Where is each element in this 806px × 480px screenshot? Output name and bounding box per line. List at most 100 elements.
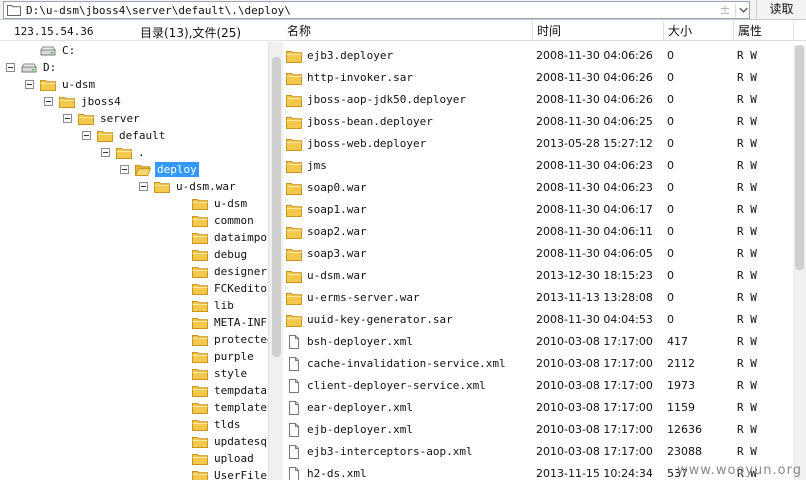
file-list-scrollbar-thumb[interactable] bbox=[795, 45, 804, 270]
tree-node-label: default bbox=[119, 129, 166, 142]
tree-node[interactable]: u-dsm.war bbox=[139, 178, 238, 195]
collapse-icon[interactable] bbox=[63, 114, 72, 123]
tree-node[interactable]: META-INF bbox=[177, 314, 268, 331]
folder-icon bbox=[286, 271, 302, 283]
collapse-icon[interactable] bbox=[139, 182, 148, 191]
file-time: 2010-03-08 17:17:00 bbox=[536, 379, 653, 392]
tree-node[interactable]: debug bbox=[177, 246, 249, 263]
tree-node[interactable]: u-dsm bbox=[25, 76, 97, 93]
tree-node-label: dataimportter bbox=[214, 231, 268, 244]
table-row[interactable]: ear-deployer.xml 2010-03-08 17:17:00 1159 R… bbox=[283, 397, 793, 419]
file-size: 2112 bbox=[667, 357, 695, 370]
tree-node[interactable]: upload bbox=[177, 450, 256, 467]
file-name: jboss-bean.deployer bbox=[307, 115, 433, 128]
collapse-icon[interactable] bbox=[101, 148, 110, 157]
file-size: 1973 bbox=[667, 379, 695, 392]
tree-node-label: upload bbox=[214, 452, 254, 465]
folder-icon bbox=[192, 403, 208, 414]
file-name: ejb3.deployer bbox=[307, 49, 394, 62]
tree-node[interactable]: jboss4 bbox=[44, 93, 123, 110]
table-row[interactable]: uuid-key-generator.sar 2008-11-30 04:04:5… bbox=[283, 309, 793, 331]
path-input[interactable]: D:\u-dsm\jboss4\server\default\.\deploy\… bbox=[3, 1, 750, 19]
table-row[interactable]: u-dsm.war 2013-12-30 18:15:23 0 R W bbox=[283, 265, 793, 287]
file-size: 0 bbox=[667, 313, 674, 326]
read-button[interactable]: 读取 bbox=[756, 0, 806, 19]
table-row[interactable]: soap1.war 2008-11-30 04:06:17 0 R W bbox=[283, 199, 793, 221]
tree-node-label: u-dsm bbox=[62, 78, 96, 91]
folder-icon bbox=[192, 318, 208, 329]
file-name: h2-ds.xml bbox=[307, 467, 367, 480]
drive-icon bbox=[21, 63, 37, 73]
table-row[interactable]: u-erms-server.war 2013-11-13 13:28:08 0 R W bbox=[283, 287, 793, 309]
tree-node-label: templates bbox=[214, 401, 268, 414]
tree-node[interactable]: D: bbox=[6, 59, 58, 76]
tree-node-label: designer bbox=[214, 265, 267, 278]
tree-node[interactable]: . bbox=[101, 144, 147, 161]
tree-node[interactable]: updatesql bbox=[177, 433, 268, 450]
table-row[interactable]: ejb3.deployer 2008-11-30 04:06:26 0 R W bbox=[283, 45, 793, 67]
collapse-icon[interactable] bbox=[6, 63, 15, 72]
table-row[interactable]: ejb-deployer.xml 2010-03-08 17:17:00 12636… bbox=[283, 419, 793, 441]
table-row[interactable]: jboss-bean.deployer 2008-11-30 04:06:25 0 R… bbox=[283, 111, 793, 133]
tree-node-label: common bbox=[214, 214, 254, 227]
file-size: 0 bbox=[667, 291, 674, 304]
tree-node[interactable]: server bbox=[63, 110, 142, 127]
tree-node[interactable]: deploy bbox=[120, 161, 199, 178]
file-size: 0 bbox=[667, 93, 674, 106]
tree-node[interactable]: tlds bbox=[177, 416, 243, 433]
table-row[interactable]: jboss-aop-jdk50.deployer 2008-11-30 04:06… bbox=[283, 89, 793, 111]
collapse-icon[interactable] bbox=[44, 97, 53, 106]
tree-scrollbar[interactable] bbox=[268, 42, 283, 480]
table-row[interactable]: jboss-web.deployer 2013-05-28 15:27:12 0 R … bbox=[283, 133, 793, 155]
folder-icon bbox=[78, 114, 94, 125]
tree-node-label: META-INF bbox=[214, 316, 267, 329]
tree-node[interactable]: templates bbox=[177, 399, 268, 416]
table-row[interactable]: http-invoker.sar 2008-11-30 04:06:26 0 R W bbox=[283, 67, 793, 89]
tree-node[interactable]: common bbox=[177, 212, 256, 229]
path-text: D:\u-dsm\jboss4\server\default\.\deploy\ bbox=[26, 4, 291, 17]
table-row[interactable]: soap2.war 2008-11-30 04:06:11 0 R W bbox=[283, 221, 793, 243]
column-attr[interactable]: 属性 bbox=[734, 21, 794, 41]
tree-node[interactable]: C: bbox=[25, 42, 77, 59]
tree-node[interactable]: style bbox=[177, 365, 249, 382]
file-time: 2008-11-30 04:06:26 bbox=[536, 93, 653, 106]
file-name: client-deployer-service.xml bbox=[307, 379, 486, 392]
file-list-scrollbar[interactable] bbox=[793, 45, 806, 480]
table-row[interactable]: bsh-deployer.xml 2010-03-08 17:17:00 417 R … bbox=[283, 331, 793, 353]
column-name[interactable]: 名称 bbox=[283, 21, 533, 41]
file-icon bbox=[289, 357, 299, 371]
file-attr: R W bbox=[737, 49, 757, 62]
tree-node[interactable]: UserFiles bbox=[177, 467, 268, 480]
folder-icon bbox=[286, 95, 302, 107]
table-row[interactable]: soap0.war 2008-11-30 04:06:23 0 R W bbox=[283, 177, 793, 199]
chevron-down-icon[interactable] bbox=[735, 3, 751, 17]
tree-node-label: . bbox=[138, 146, 145, 159]
file-size: 0 bbox=[667, 225, 674, 238]
folder-icon bbox=[286, 73, 302, 85]
table-row[interactable]: soap3.war 2008-11-30 04:06:05 0 R W bbox=[283, 243, 793, 265]
tree-node[interactable]: FCKeditor bbox=[177, 280, 268, 297]
collapse-icon[interactable] bbox=[25, 80, 34, 89]
collapse-icon[interactable] bbox=[82, 131, 91, 140]
tree-node[interactable]: lib bbox=[177, 297, 236, 314]
column-time[interactable]: 时间 bbox=[533, 21, 664, 41]
tree-node[interactable]: protected bbox=[177, 331, 268, 348]
column-size[interactable]: 大小 bbox=[664, 21, 734, 41]
table-row[interactable]: jms 2008-11-30 04:06:23 0 R W bbox=[283, 155, 793, 177]
tree-node[interactable]: default bbox=[82, 127, 167, 144]
tree-node[interactable]: tempdatafile bbox=[177, 382, 268, 399]
tree-node[interactable]: purple bbox=[177, 348, 256, 365]
collapse-icon[interactable] bbox=[120, 165, 129, 174]
table-row[interactable]: ejb3-interceptors-aop.xml 2010-03-08 17:1… bbox=[283, 441, 793, 463]
file-time: 2013-11-13 13:28:08 bbox=[536, 291, 653, 304]
file-name: jms bbox=[307, 159, 327, 172]
table-row[interactable]: cache-invalidation-service.xml 2010-03-08… bbox=[283, 353, 793, 375]
tree-scrollbar-thumb[interactable] bbox=[272, 57, 281, 357]
folder-icon bbox=[286, 205, 302, 217]
table-row[interactable]: client-deployer-service.xml 2010-03-08 17… bbox=[283, 375, 793, 397]
tree-node[interactable]: dataimportter bbox=[177, 229, 268, 246]
sort-icon[interactable]: ± bbox=[717, 3, 733, 19]
tree-node[interactable]: u-dsm bbox=[177, 195, 249, 212]
tree-node[interactable]: designer bbox=[177, 263, 268, 280]
dir-file-count: 目录(13),文件(25) bbox=[140, 26, 242, 40]
